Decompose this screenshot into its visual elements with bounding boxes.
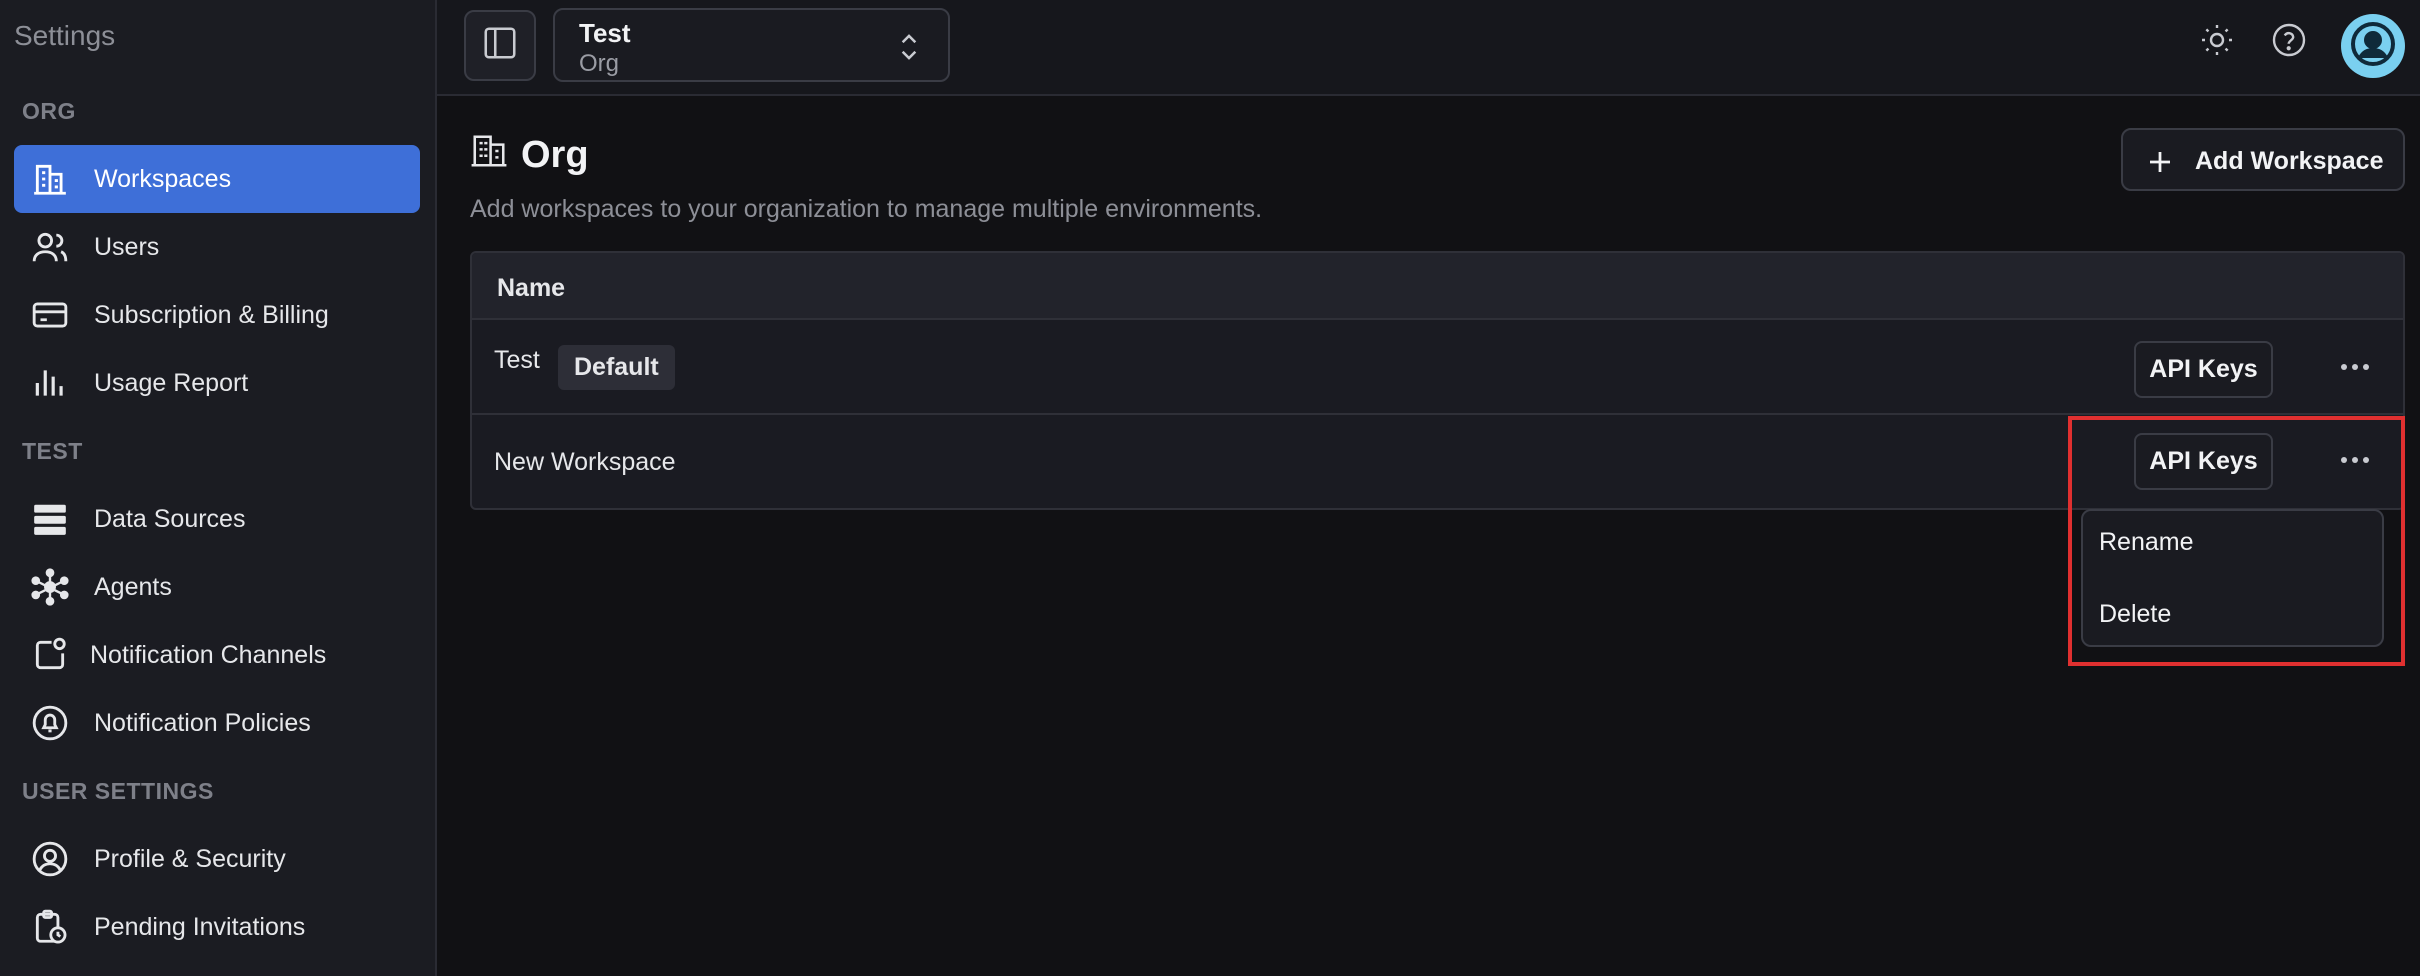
sidebar-item-notification-policies[interactable]: Notification Policies [14,689,420,757]
table-row: Test Default API Keys [472,320,2403,415]
help-circle-icon [2271,22,2307,63]
top-bar: Test Org [437,0,2420,96]
sidebar-title: Settings [14,20,116,51]
sidebar-item-agents[interactable]: Agents [14,553,420,621]
credit-card-icon [30,295,70,335]
network-icon [30,567,70,607]
sidebar-item-label: Subscription & Billing [94,300,329,329]
chevron-up-down-icon [898,28,920,71]
settings-sidebar: Settings ORG Workspaces Users Subscripti… [0,0,437,976]
default-badge: Default [558,345,675,390]
sidebar-item-billing[interactable]: Subscription & Billing [14,281,420,349]
table-row: New Workspace API Keys [472,415,2403,508]
user-circle-icon [30,839,70,879]
workspace-switcher[interactable]: Test Org [553,8,950,82]
add-workspace-label: Add Workspace [2195,147,2384,175]
workspace-name: New Workspace [494,448,676,476]
page-title: Org [521,134,589,176]
more-actions-button[interactable] [2330,441,2380,481]
sidebar-item-workspaces[interactable]: Workspaces [14,145,420,213]
database-icon [30,499,70,539]
more-horizontal-icon [2339,359,2371,377]
workspace-name: Test [494,346,540,374]
help-button[interactable] [2267,20,2311,64]
current-org: Org [579,50,620,77]
sidebar-item-notification-channels[interactable]: Notification Channels [14,621,420,689]
building-icon [30,159,70,199]
theme-toggle-button[interactable] [2195,20,2239,64]
sidebar-item-label: Data Sources [94,504,246,533]
section-label-org: ORG [22,98,76,124]
sidebar-item-usage-report[interactable]: Usage Report [14,349,420,417]
page-subtitle: Add workspaces to your organization to m… [470,195,1263,223]
current-workspace: Test [579,18,631,48]
sidebar-item-label: Usage Report [94,368,249,397]
sidebar-item-profile-security[interactable]: Profile & Security [14,825,420,893]
sun-icon [2199,22,2235,63]
bell-circle-icon [30,703,70,743]
workspaces-table: Name Test Default API Keys New Workspace… [470,251,2405,510]
row-actions-menu: Rename Delete [2081,509,2384,647]
user-avatar-icon [2349,20,2397,73]
sidebar-item-label: Notification Policies [94,708,311,737]
sidebar-item-data-sources[interactable]: Data Sources [14,485,420,553]
plus-icon [2145,147,2175,182]
sidebar-item-label: Users [94,232,160,261]
more-horizontal-icon [2339,452,2371,470]
sidebar-toggle-button[interactable] [464,10,536,81]
delete-menu-item[interactable]: Delete [2099,600,2171,629]
sidebar-item-users[interactable]: Users [14,213,420,281]
clipboard-clock-icon [30,907,70,947]
section-label-test: TEST [22,438,83,464]
sidebar-item-label: Pending Invitations [94,912,306,941]
building-icon [470,132,508,175]
column-header-name: Name [497,274,566,302]
sidebar-panel-icon [481,24,519,67]
users-icon [30,227,70,267]
sidebar-item-label: Notification Channels [90,640,327,669]
sidebar-item-label: Profile & Security [94,844,286,873]
sidebar-item-label: Agents [94,572,172,601]
sidebar-item-label: Workspaces [94,164,232,193]
more-actions-button[interactable] [2330,348,2380,388]
bar-chart-icon [30,363,70,403]
api-keys-button[interactable]: API Keys [2134,433,2273,490]
api-keys-button[interactable]: API Keys [2134,341,2273,398]
notification-square-icon [30,635,70,675]
add-workspace-button[interactable]: Add Workspace [2121,128,2405,191]
table-header: Name [472,253,2403,320]
rename-menu-item[interactable]: Rename [2099,528,2194,557]
section-label-user-settings: USER SETTINGS [22,778,214,804]
sidebar-item-pending-invitations[interactable]: Pending Invitations [14,893,420,961]
avatar[interactable] [2341,14,2405,78]
